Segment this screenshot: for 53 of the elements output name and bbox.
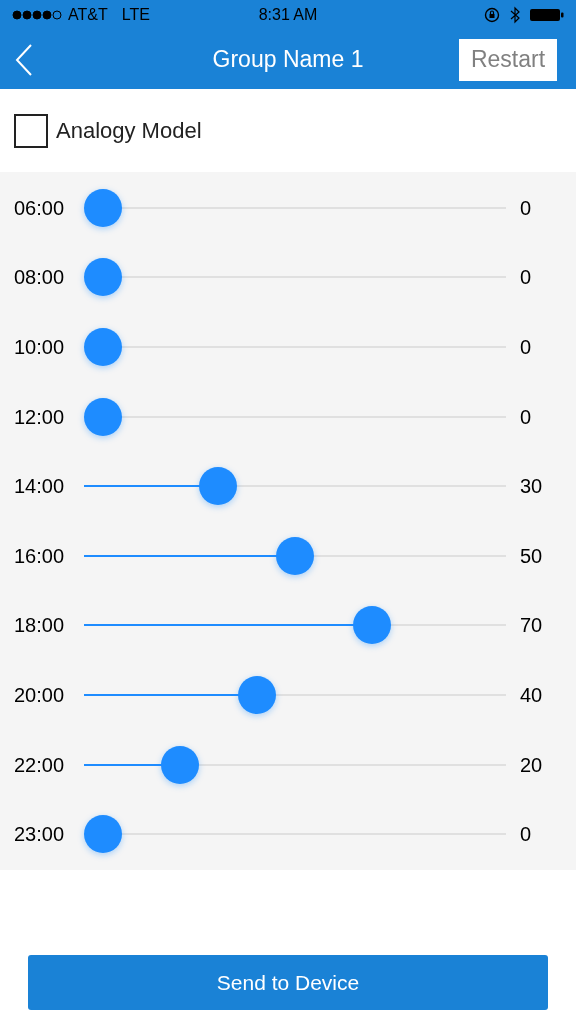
slider-thumb[interactable] (276, 536, 314, 575)
value-label: 50 (520, 543, 544, 569)
send-button[interactable]: Send to Device (28, 955, 548, 1010)
value-label: 0 (520, 822, 533, 848)
signal-icon (12, 10, 64, 20)
slider-thumb[interactable] (84, 815, 122, 854)
slider-thumb[interactable] (84, 258, 122, 297)
value-label: 20 (520, 752, 544, 778)
slider-thumb[interactable] (199, 467, 238, 506)
restart-button[interactable]: Restart (459, 38, 557, 81)
slider[interactable] (84, 187, 506, 228)
value-label: 0 (520, 335, 533, 360)
time-label: 20:00 (14, 682, 66, 708)
slider[interactable] (84, 535, 506, 576)
carrier-label: AT&T (68, 5, 108, 25)
slider-thumb[interactable] (84, 397, 122, 436)
slider[interactable] (84, 674, 506, 715)
slider[interactable] (84, 814, 506, 855)
time-label: 10:00 (14, 335, 66, 360)
slider[interactable] (84, 744, 506, 785)
clock: 8:31 AM (258, 5, 318, 25)
slider-thumb[interactable] (352, 606, 391, 645)
slider-thumb[interactable] (160, 745, 199, 784)
time-label: 06:00 (14, 195, 66, 221)
value-label: 70 (520, 613, 544, 639)
slider-thumb[interactable] (84, 328, 122, 366)
value-label: 0 (520, 404, 533, 430)
time-label: 12:00 (14, 404, 66, 430)
page-title: Group Name 1 (212, 45, 364, 75)
time-label: 14:00 (14, 474, 66, 500)
time-label: 18:00 (14, 613, 66, 639)
rotation-lock-icon (484, 7, 500, 23)
bluetooth-icon (510, 6, 520, 24)
time-label: 22:00 (14, 752, 66, 778)
value-label: 0 (520, 265, 533, 291)
slider[interactable] (84, 257, 506, 298)
slider[interactable] (84, 605, 506, 646)
slider[interactable] (84, 466, 506, 507)
slider[interactable] (84, 396, 506, 437)
slider-thumb[interactable] (237, 675, 276, 714)
network-label: LTE (121, 5, 150, 25)
checkbox-label: Analogy Model (56, 117, 202, 145)
value-label: 40 (520, 682, 544, 708)
slider[interactable] (84, 327, 506, 367)
back-icon (14, 42, 34, 77)
value-label: 30 (520, 474, 544, 500)
time-label: 16:00 (14, 543, 66, 569)
time-label: 08:00 (14, 265, 66, 291)
battery-icon (530, 8, 564, 22)
time-label: 23:00 (14, 822, 66, 848)
checkbox[interactable] (14, 113, 48, 148)
value-label: 0 (520, 195, 533, 221)
slider-thumb[interactable] (84, 188, 122, 227)
